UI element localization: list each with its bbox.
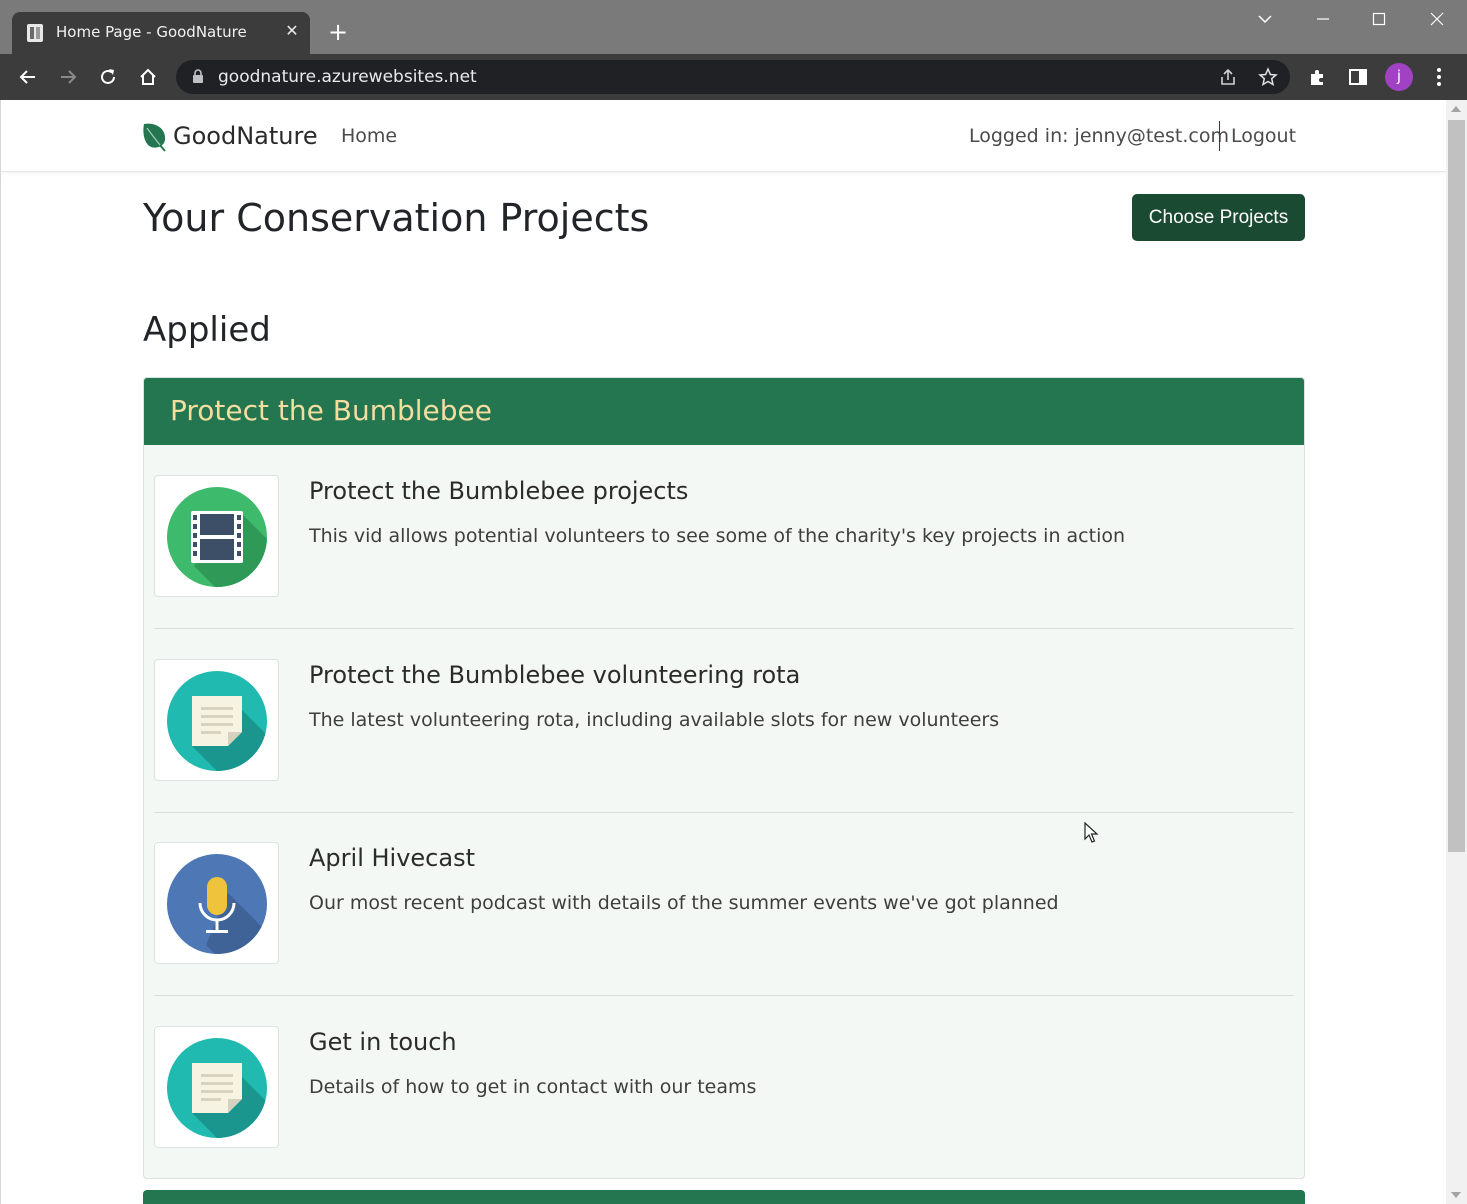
resource-description: Details of how to get in contact with ou… bbox=[309, 1076, 757, 1098]
forward-arrow-icon[interactable] bbox=[54, 63, 82, 91]
new-tab-button[interactable]: + bbox=[324, 18, 352, 46]
browser-title-bar: Home Page - GoodNature ✕ + bbox=[0, 0, 1467, 54]
logout-link[interactable]: Logout bbox=[1231, 125, 1296, 147]
tab-close-icon[interactable]: ✕ bbox=[282, 21, 302, 41]
microphone-icon bbox=[167, 854, 267, 954]
project-card: Protect the Bumblebee Protect the Bumble… bbox=[143, 377, 1305, 1179]
extensions-puzzle-icon[interactable] bbox=[1304, 63, 1332, 91]
scrollbar-thumb[interactable] bbox=[1448, 120, 1465, 852]
next-project-card-header bbox=[143, 1190, 1305, 1204]
scroll-up-arrow-icon[interactable] bbox=[1451, 106, 1461, 112]
resource-thumbnail bbox=[154, 659, 279, 781]
section-title-applied: Applied bbox=[143, 310, 271, 350]
site-navbar: GoodNature Home Logged in: jenny@test.co… bbox=[1, 100, 1446, 172]
brand-name: GoodNature bbox=[173, 122, 318, 150]
resource-title[interactable]: April Hivecast bbox=[309, 844, 475, 872]
back-arrow-icon[interactable] bbox=[14, 63, 42, 91]
bookmark-star-icon[interactable] bbox=[1257, 66, 1279, 88]
resource-title[interactable]: Protect the Bumblebee projects bbox=[309, 477, 688, 505]
reload-icon[interactable] bbox=[94, 63, 122, 91]
page-favicon-icon bbox=[27, 24, 43, 42]
side-panel-icon[interactable] bbox=[1344, 63, 1372, 91]
resource-item[interactable]: April Hivecast Our most recent podcast w… bbox=[154, 812, 1294, 996]
tab-title: Home Page - GoodNature bbox=[56, 23, 247, 41]
browser-tab[interactable]: Home Page - GoodNature ✕ bbox=[12, 12, 310, 54]
resource-thumbnail bbox=[154, 475, 279, 597]
resource-item[interactable]: Protect the Bumblebee projects This vid … bbox=[154, 445, 1294, 629]
url-text: goodnature.azurewebsites.net bbox=[218, 67, 477, 87]
brand-link[interactable]: GoodNature bbox=[141, 120, 318, 152]
resource-item[interactable]: Protect the Bumblebee volunteering rota … bbox=[154, 629, 1294, 813]
resource-title[interactable]: Get in touch bbox=[309, 1028, 457, 1056]
document-icon bbox=[167, 1038, 267, 1138]
document-icon bbox=[167, 671, 267, 771]
page-title: Your Conservation Projects bbox=[143, 196, 650, 240]
home-icon[interactable] bbox=[134, 63, 162, 91]
address-bar[interactable]: goodnature.azurewebsites.net bbox=[176, 60, 1290, 94]
profile-avatar[interactable]: j bbox=[1385, 63, 1413, 91]
resource-description: This vid allows potential volunteers to … bbox=[309, 525, 1126, 547]
minimize-button[interactable] bbox=[1308, 8, 1338, 32]
project-card-title[interactable]: Protect the Bumblebee bbox=[170, 394, 492, 427]
resource-item[interactable]: Get in touch Details of how to get in co… bbox=[154, 996, 1294, 1178]
mouse-pointer-icon bbox=[1084, 822, 1099, 843]
project-card-header: Protect the Bumblebee bbox=[144, 378, 1304, 445]
menu-kebab-icon[interactable] bbox=[1425, 63, 1453, 91]
choose-projects-button[interactable]: Choose Projects bbox=[1132, 194, 1305, 241]
resource-title[interactable]: Protect the Bumblebee volunteering rota bbox=[309, 661, 800, 689]
video-icon bbox=[167, 487, 267, 587]
resource-description: Our most recent podcast with details of … bbox=[309, 892, 1059, 914]
share-icon[interactable] bbox=[1217, 66, 1239, 88]
page-viewport: GoodNature Home Logged in: jenny@test.co… bbox=[0, 100, 1446, 1204]
leaf-logo-icon bbox=[143, 123, 166, 152]
lock-icon bbox=[193, 69, 203, 83]
close-window-button[interactable] bbox=[1422, 8, 1452, 32]
resource-thumbnail bbox=[154, 1026, 279, 1148]
nav-divider bbox=[1219, 121, 1220, 151]
tab-search-icon[interactable] bbox=[1250, 8, 1280, 32]
resource-description: The latest volunteering rota, including … bbox=[309, 709, 1000, 731]
nav-home-link[interactable]: Home bbox=[341, 125, 397, 147]
logged-in-user: Logged in: jenny@test.com bbox=[969, 125, 1229, 147]
maximize-button[interactable] bbox=[1364, 8, 1394, 32]
vertical-scrollbar[interactable] bbox=[1446, 100, 1467, 1204]
resource-thumbnail bbox=[154, 842, 279, 964]
scroll-down-arrow-icon[interactable] bbox=[1451, 1192, 1461, 1198]
